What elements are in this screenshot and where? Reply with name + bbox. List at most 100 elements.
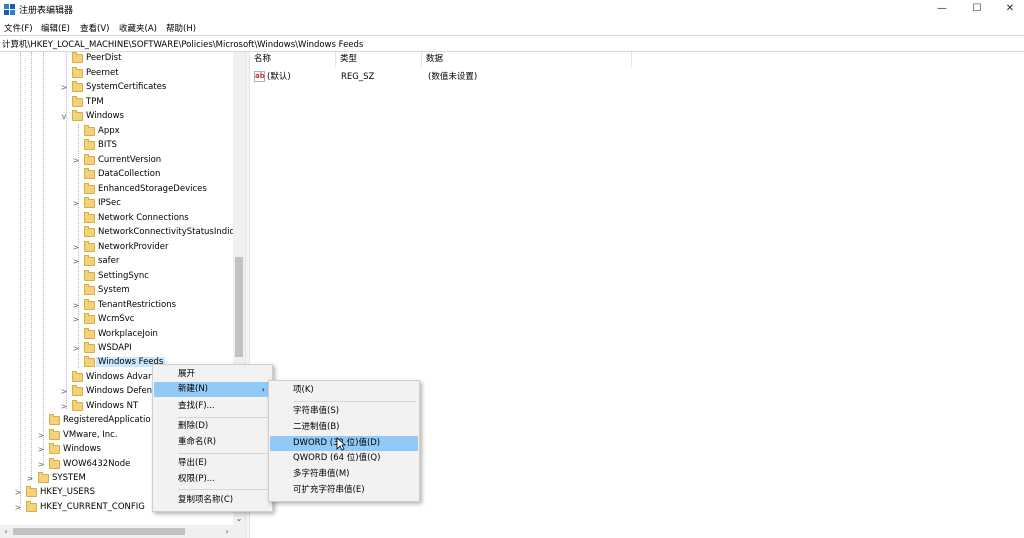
expander-icon[interactable]: >: [72, 344, 80, 354]
expander-icon[interactable]: [72, 330, 80, 340]
folder-icon: [84, 299, 95, 310]
menu-permissions[interactable]: 权限(P)...: [154, 472, 271, 487]
tree-item-label: NetworkConnectivityStatusIndica: [98, 227, 240, 237]
folder-icon: [26, 501, 37, 512]
column-header-data[interactable]: 数据: [422, 52, 632, 67]
menu-edit[interactable]: 编辑(E): [41, 22, 70, 34]
scroll-thumb[interactable]: [13, 528, 185, 535]
value-name[interactable]: (默认): [267, 70, 291, 84]
tree-item-label: Windows: [86, 111, 124, 121]
expander-icon[interactable]: >: [37, 445, 45, 455]
maximize-button[interactable]: ☐: [960, 0, 994, 19]
menu-separator: [178, 489, 269, 490]
expander-icon[interactable]: [72, 272, 80, 282]
tree-item-label: HKEY_CURRENT_CONFIG: [40, 502, 145, 512]
minimize-button[interactable]: —: [925, 0, 959, 19]
submenu-qword-value[interactable]: QWORD (64 位)值(Q): [270, 451, 418, 466]
tree-horizontal-scrollbar[interactable]: ‹ ›: [0, 525, 245, 538]
expander-icon[interactable]: >: [60, 387, 68, 397]
tree-item-label: WOW6432Node: [63, 459, 131, 469]
window-title: 注册表编辑器: [19, 6, 74, 16]
column-header-name[interactable]: 名称: [250, 52, 336, 67]
folder-icon: [84, 226, 95, 237]
tree-item-label: System: [98, 285, 130, 295]
folder-icon: [72, 67, 83, 78]
scroll-right-icon[interactable]: ›: [221, 525, 233, 538]
expander-icon[interactable]: >: [26, 474, 34, 484]
expander-icon[interactable]: [72, 141, 80, 151]
expander-icon[interactable]: [72, 214, 80, 224]
folder-icon: [84, 284, 95, 295]
scroll-left-icon[interactable]: ‹: [0, 525, 12, 538]
expander-icon[interactable]: [60, 98, 68, 108]
tree-item-label: Windows NT: [86, 401, 139, 411]
tree-item-label: CurrentVersion: [98, 155, 162, 165]
submenu-key[interactable]: 项(K): [270, 383, 418, 398]
menu-find[interactable]: 查找(F)...: [154, 399, 271, 414]
expander-icon[interactable]: >: [37, 460, 45, 470]
expander-icon[interactable]: >: [60, 83, 68, 93]
address-path[interactable]: 计算机\HKEY_LOCAL_MACHINE\SOFTWARE\Policies…: [2, 38, 363, 50]
menu-rename[interactable]: 重命名(R): [154, 435, 271, 450]
value-data[interactable]: (数值未设置): [428, 70, 477, 84]
menu-help[interactable]: 帮助(H): [166, 22, 196, 34]
title-bar: 注册表编辑器 — ☐ ✕: [0, 0, 1024, 19]
menu-delete[interactable]: 删除(D): [154, 419, 271, 434]
menu-file[interactable]: 文件(F): [4, 22, 33, 34]
expander-icon[interactable]: >: [72, 301, 80, 311]
tree-item-label: SettingSync: [98, 271, 149, 281]
expander-icon[interactable]: [60, 54, 68, 64]
expander-icon[interactable]: >: [60, 402, 68, 412]
maximize-icon: ☐: [972, 3, 982, 14]
context-menu: 展开 新建(N) › 查找(F)... 删除(D) 重命名(R) 导出(E) 权限…: [152, 364, 273, 512]
expander-icon[interactable]: [72, 185, 80, 195]
expander-icon[interactable]: [72, 170, 80, 180]
expander-icon[interactable]: >: [72, 199, 80, 209]
submenu-multi-string-value[interactable]: 多字符串值(M): [270, 467, 418, 482]
tree-item-label: Windows: [63, 444, 101, 454]
expander-icon[interactable]: [72, 286, 80, 296]
tree-guide: [20, 52, 21, 510]
menu-view[interactable]: 查看(V): [80, 22, 109, 34]
tree-item-label: SystemCertificates: [86, 82, 167, 92]
close-button[interactable]: ✕: [993, 0, 1024, 19]
menu-copy-key-name[interactable]: 复制项名称(C): [154, 493, 271, 508]
tree-item-label: DataCollection: [98, 169, 161, 179]
expander-icon[interactable]: >: [72, 243, 80, 253]
address-bar[interactable]: 计算机\HKEY_LOCAL_MACHINE\SOFTWARE\Policies…: [0, 35, 1024, 52]
menu-new[interactable]: 新建(N) ›: [154, 382, 271, 397]
expander-icon[interactable]: [60, 373, 68, 383]
expander-icon[interactable]: [72, 127, 80, 137]
expander-icon[interactable]: >: [72, 156, 80, 166]
expander-icon[interactable]: [72, 228, 80, 238]
menu-favorites[interactable]: 收藏夹(A): [119, 22, 157, 34]
folder-icon: [72, 81, 83, 92]
folder-icon: [84, 313, 95, 324]
folder-icon: [72, 52, 83, 63]
expander-icon[interactable]: >: [72, 315, 80, 325]
expander-icon[interactable]: >: [14, 488, 22, 498]
folder-icon: [49, 458, 60, 469]
tree-item-label: TenantRestrictions: [98, 300, 177, 310]
menu-export[interactable]: 导出(E): [154, 456, 271, 471]
scroll-thumb[interactable]: [235, 257, 243, 357]
expander-icon[interactable]: >: [14, 503, 22, 513]
submenu-binary-value[interactable]: 二进制值(B): [270, 420, 418, 435]
folder-icon: [84, 241, 95, 252]
expander-icon[interactable]: [37, 416, 45, 426]
folder-icon: [84, 139, 95, 150]
expander-icon[interactable]: v: [60, 112, 68, 122]
scroll-down-icon[interactable]: ⌄: [233, 513, 245, 525]
folder-icon: [84, 255, 95, 266]
tree-item-label: SYSTEM: [52, 473, 86, 483]
submenu-expandable-string-value[interactable]: 可扩充字符串值(E): [270, 483, 418, 498]
expander-icon[interactable]: [60, 69, 68, 79]
column-header-type[interactable]: 类型: [336, 52, 422, 67]
expander-icon[interactable]: >: [37, 431, 45, 441]
menu-expand[interactable]: 展开: [154, 367, 271, 382]
value-type[interactable]: REG_SZ: [341, 70, 374, 84]
submenu-string-value[interactable]: 字符串值(S): [270, 404, 418, 419]
tree-item-label: BITS: [98, 140, 117, 150]
expander-icon[interactable]: [72, 358, 80, 368]
expander-icon[interactable]: >: [72, 257, 80, 267]
